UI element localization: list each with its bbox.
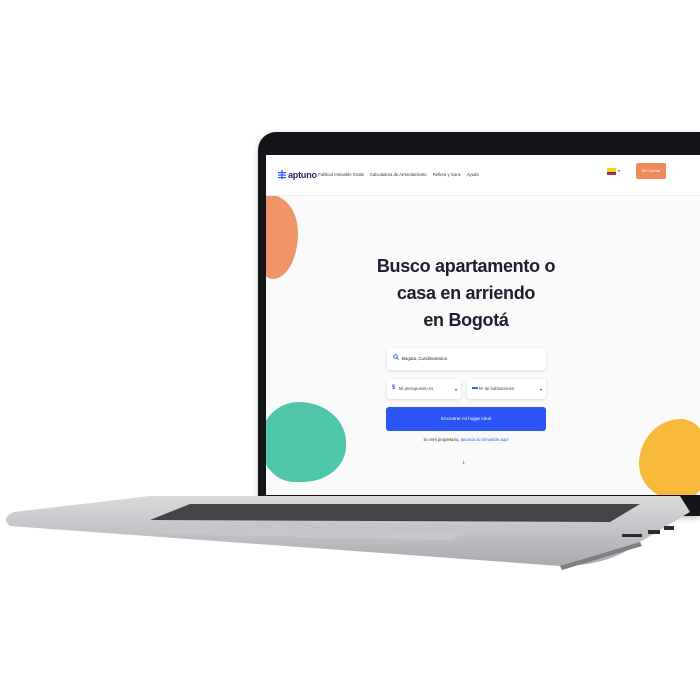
top-navbar: aptuno Publicar Inmueble Gratis Calculad… [266,155,700,196]
nav-links: Publicar Inmueble Gratis Calculadora de … [318,172,484,177]
chevron-down-icon: ▾ [454,387,457,392]
laptop-base [5,496,691,570]
colombia-flag-icon[interactable] [607,168,616,175]
find-home-button[interactable]: Encontrar mi hogar ideal [386,407,546,431]
nav-link-calculadora[interactable]: Calculadora de Arrendamiento [370,172,427,177]
logo-text: aptuno [288,170,317,180]
hero-title: Busco apartamento o casa en arriendo en … [366,253,566,334]
hero-title-line1: Busco apartamento o [376,256,556,276]
dollar-icon: $ [392,385,396,391]
bed-icon: ▬ [472,385,478,391]
laptop-mockup: aptuno Publicar Inmueble Gratis Calculad… [0,0,700,700]
rooms-label: Nº de habitaciones [479,386,515,391]
location-search-input[interactable]: Bogota, Cundinamarca [387,348,546,370]
owner-listing-link[interactable]: anuncia tu inmueble aquí [461,437,509,442]
budget-label: Mi presupuesto es [399,386,434,391]
nav-link-refiera[interactable]: Refiera y Gane [433,172,461,177]
owner-prompt: Si eres propietario, anuncia tu inmueble… [386,437,546,442]
laptop-screen: aptuno Publicar Inmueble Gratis Calculad… [266,155,700,495]
decorative-orange-blob [266,195,298,279]
my-account-button[interactable]: Mi Cuenta [636,163,666,179]
chevron-down-icon: ▾ [539,387,542,392]
chevron-down-icon[interactable]: ▾ [618,168,620,173]
nav-link-publicar[interactable]: Publicar Inmueble Gratis [318,172,364,177]
decorative-yellow-blob [639,419,700,495]
search-value: Bogota, Cundinamarca [402,356,447,361]
decorative-teal-blob [266,402,346,482]
owner-text: Si eres propietario, [423,437,460,442]
nav-link-ayuda[interactable]: Ayuda [467,172,479,177]
aptuno-logo[interactable]: aptuno [278,170,317,180]
building-logo-icon [278,170,286,179]
budget-select[interactable]: $ Mi presupuesto es ▾ [387,379,461,399]
scroll-down-arrow-icon[interactable]: ↓ [462,459,466,466]
hero-title-line3: en Bogotá [423,310,509,330]
rooms-select[interactable]: ▬ Nº de habitaciones ▾ [467,379,546,399]
hero-title-line2: casa en arriendo [396,283,536,303]
search-icon [393,354,399,360]
